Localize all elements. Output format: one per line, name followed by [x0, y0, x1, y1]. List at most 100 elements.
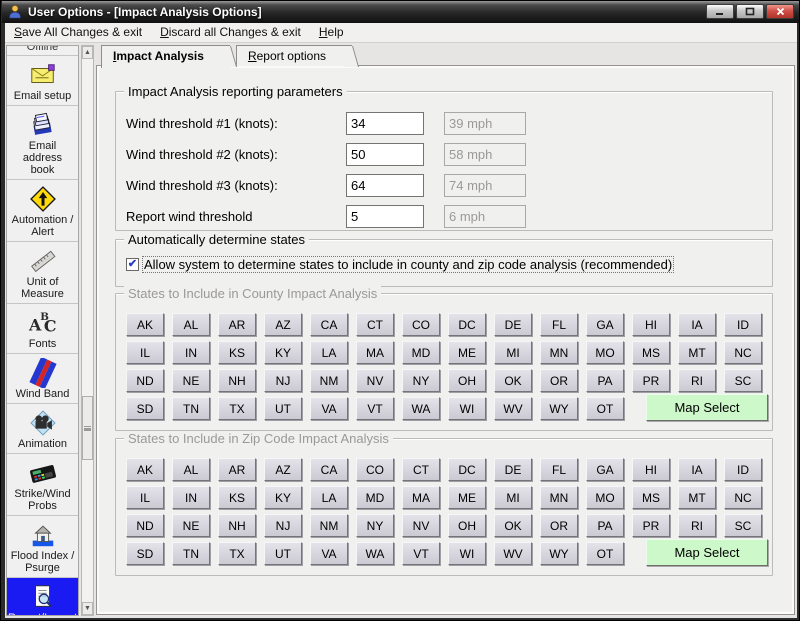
- county-state-button-co[interactable]: CO: [402, 313, 440, 336]
- county-state-button-nm[interactable]: NM: [310, 369, 348, 392]
- county-map-select-button[interactable]: Map Select: [646, 394, 768, 421]
- county-state-button-ky[interactable]: KY: [264, 341, 302, 364]
- wind-threshold-1-knots-input[interactable]: [346, 112, 424, 135]
- county-state-button-oh[interactable]: OH: [448, 369, 486, 392]
- county-state-button-nj[interactable]: NJ: [264, 369, 302, 392]
- zip-state-button-ut[interactable]: UT: [264, 542, 302, 565]
- zip-state-button-mn[interactable]: MN: [540, 486, 578, 509]
- zip-state-button-vt[interactable]: VT: [402, 542, 440, 565]
- zip-state-button-id[interactable]: ID: [724, 458, 762, 481]
- county-state-button-md[interactable]: MD: [402, 341, 440, 364]
- zip-state-button-ok[interactable]: OK: [494, 514, 532, 537]
- zip-state-button-de[interactable]: DE: [494, 458, 532, 481]
- wind-threshold-2-knots-input[interactable]: [346, 143, 424, 166]
- zip-map-select-button[interactable]: Map Select: [646, 539, 768, 566]
- zip-state-button-nh[interactable]: NH: [218, 514, 256, 537]
- zip-state-button-tx[interactable]: TX: [218, 542, 256, 565]
- county-state-button-wi[interactable]: WI: [448, 397, 486, 420]
- zip-state-button-ct[interactable]: CT: [402, 458, 440, 481]
- menu-item-discard[interactable]: Discard all Changes & exit: [151, 23, 310, 42]
- zip-state-button-in[interactable]: IN: [172, 486, 210, 509]
- county-state-button-nv[interactable]: NV: [356, 369, 394, 392]
- county-state-button-dc[interactable]: DC: [448, 313, 486, 336]
- county-state-button-wv[interactable]: WV: [494, 397, 532, 420]
- sidebar-item-animation[interactable]: Animation: [7, 404, 78, 454]
- wind-threshold-3-knots-input[interactable]: [346, 174, 424, 197]
- county-state-button-ny[interactable]: NY: [402, 369, 440, 392]
- county-state-button-in[interactable]: IN: [172, 341, 210, 364]
- zip-state-button-ri[interactable]: RI: [678, 514, 716, 537]
- auto-states-checkbox-label[interactable]: Allow system to determine states to incl…: [141, 256, 675, 273]
- zip-state-button-nm[interactable]: NM: [310, 514, 348, 537]
- zip-state-button-il[interactable]: IL: [126, 486, 164, 509]
- zip-state-button-mo[interactable]: MO: [586, 486, 624, 509]
- zip-state-button-ar[interactable]: AR: [218, 458, 256, 481]
- county-state-button-ut[interactable]: UT: [264, 397, 302, 420]
- scroll-down-button[interactable]: ▼: [82, 602, 93, 615]
- county-state-button-hi[interactable]: HI: [632, 313, 670, 336]
- county-state-button-ms[interactable]: MS: [632, 341, 670, 364]
- zip-state-button-nd[interactable]: ND: [126, 514, 164, 537]
- county-state-button-va[interactable]: VA: [310, 397, 348, 420]
- county-state-button-tn[interactable]: TN: [172, 397, 210, 420]
- county-state-button-mi[interactable]: MI: [494, 341, 532, 364]
- county-state-button-ks[interactable]: KS: [218, 341, 256, 364]
- zip-state-button-ma[interactable]: MA: [402, 486, 440, 509]
- zip-state-button-az[interactable]: AZ: [264, 458, 302, 481]
- county-state-button-nc[interactable]: NC: [724, 341, 762, 364]
- county-state-button-tx[interactable]: TX: [218, 397, 256, 420]
- zip-state-button-ms[interactable]: MS: [632, 486, 670, 509]
- county-state-button-de[interactable]: DE: [494, 313, 532, 336]
- county-state-button-or[interactable]: OR: [540, 369, 578, 392]
- county-state-button-ma[interactable]: MA: [356, 341, 394, 364]
- zip-state-button-mi[interactable]: MI: [494, 486, 532, 509]
- county-state-button-ri[interactable]: RI: [678, 369, 716, 392]
- county-state-button-wy[interactable]: WY: [540, 397, 578, 420]
- zip-state-button-ga[interactable]: GA: [586, 458, 624, 481]
- sidebar-scrollbar[interactable]: ▲ ▼: [81, 45, 94, 616]
- maximize-button[interactable]: [736, 4, 764, 19]
- county-state-button-sd[interactable]: SD: [126, 397, 164, 420]
- county-state-button-vt[interactable]: VT: [356, 397, 394, 420]
- zip-state-button-wa[interactable]: WA: [356, 542, 394, 565]
- county-state-button-ot[interactable]: OT: [586, 397, 624, 420]
- county-state-button-ok[interactable]: OK: [494, 369, 532, 392]
- zip-state-button-me[interactable]: ME: [448, 486, 486, 509]
- zip-state-button-ot[interactable]: OT: [586, 542, 624, 565]
- sidebar-item-strike-wind-probs[interactable]: Strike/Wind Probs: [7, 454, 78, 516]
- zip-state-button-md[interactable]: MD: [356, 486, 394, 509]
- county-state-button-ne[interactable]: NE: [172, 369, 210, 392]
- sidebar-item-report-impact-analysis[interactable]: Report/ImpactAnalysis: [7, 578, 78, 615]
- county-state-button-la[interactable]: LA: [310, 341, 348, 364]
- zip-state-button-ak[interactable]: AK: [126, 458, 164, 481]
- county-state-button-ga[interactable]: GA: [586, 313, 624, 336]
- wind-threshold-4-knots-input[interactable]: [346, 205, 424, 228]
- scroll-up-button[interactable]: ▲: [82, 46, 93, 59]
- zip-state-button-sc[interactable]: SC: [724, 514, 762, 537]
- zip-state-button-wy[interactable]: WY: [540, 542, 578, 565]
- sidebar-item-offline-clipped[interactable]: Offline: [7, 46, 78, 56]
- sidebar-item-unit-of-measure[interactable]: Unit of Measure: [7, 242, 78, 304]
- county-state-button-mn[interactable]: MN: [540, 341, 578, 364]
- zip-state-button-wv[interactable]: WV: [494, 542, 532, 565]
- close-button[interactable]: [766, 4, 794, 19]
- county-state-button-pr[interactable]: PR: [632, 369, 670, 392]
- county-state-button-nd[interactable]: ND: [126, 369, 164, 392]
- county-state-button-id[interactable]: ID: [724, 313, 762, 336]
- sidebar-item-email-address-book[interactable]: Email address book: [7, 106, 78, 180]
- zip-state-button-pr[interactable]: PR: [632, 514, 670, 537]
- zip-state-button-sd[interactable]: SD: [126, 542, 164, 565]
- county-state-button-ca[interactable]: CA: [310, 313, 348, 336]
- menu-item-save[interactable]: Save All Changes & exit: [5, 23, 151, 42]
- tab-report-options[interactable]: Report options: [235, 45, 360, 67]
- sidebar-item-flood-index-psurge[interactable]: Flood Index / Psurge: [7, 516, 78, 578]
- zip-state-button-pa[interactable]: PA: [586, 514, 624, 537]
- auto-states-checkbox[interactable]: ✔: [126, 258, 139, 271]
- scroll-thumb[interactable]: [82, 395, 93, 460]
- zip-state-button-nv[interactable]: NV: [402, 514, 440, 537]
- scroll-track[interactable]: [82, 59, 93, 602]
- zip-state-button-ca[interactable]: CA: [310, 458, 348, 481]
- county-state-button-al[interactable]: AL: [172, 313, 210, 336]
- county-state-button-nh[interactable]: NH: [218, 369, 256, 392]
- zip-state-button-oh[interactable]: OH: [448, 514, 486, 537]
